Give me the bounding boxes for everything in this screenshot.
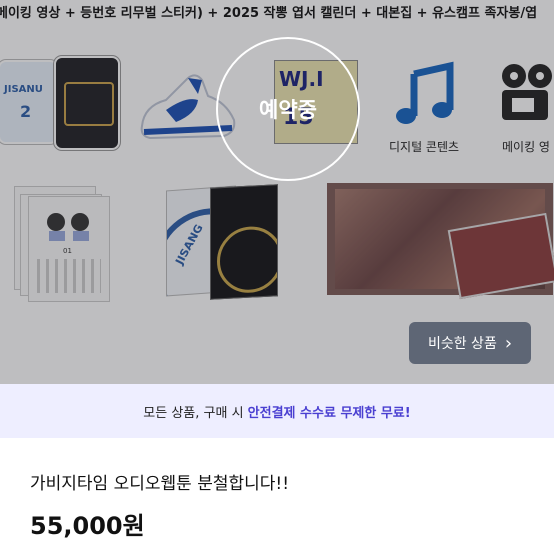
- product-image-carousel[interactable]: 메이킹 영상 + 등번호 리무벌 스티커) + 2025 작뽕 엽서 캘린더 +…: [0, 0, 554, 384]
- similar-products-label: 비슷한 상품: [427, 336, 497, 352]
- product-image: 메이킹 영상 + 등번호 리무벌 스티커) + 2025 작뽕 엽서 캘린더 +…: [0, 0, 554, 384]
- digital-content-label: 디지털 콘텐츠: [389, 140, 460, 154]
- banner-highlight: 안전결제 수수료 무제한 무료!: [247, 405, 411, 421]
- book-gold-ball: [217, 224, 278, 295]
- product-price: 55,000원: [30, 512, 145, 540]
- calendar-card-front: 01: [28, 196, 110, 302]
- tapestry-poster-image: [327, 183, 554, 300]
- calendar-chibi-drawing: [45, 209, 93, 243]
- jersey-number: 2: [20, 102, 32, 121]
- reserved-stamp: 예약중: [216, 37, 360, 181]
- similar-products-button[interactable]: 비슷한 상품 ›: [409, 322, 531, 364]
- calendar-grid: [37, 259, 101, 293]
- banner-prefix: 모든 상품, 구매 시: [143, 405, 248, 421]
- music-note-icon: [396, 61, 454, 124]
- chevron-right-icon: ›: [504, 332, 513, 354]
- jersey-black-image: [54, 56, 120, 150]
- calendar-month: 01: [63, 247, 72, 255]
- jersey-gold-trim: [64, 82, 114, 126]
- image-top-caption: 메이킹 영상 + 등번호 리무벌 스티커) + 2025 작뽕 엽서 캘린더 +…: [0, 6, 538, 21]
- script-book-dark-image: [210, 184, 278, 300]
- safe-payment-banner[interactable]: 모든 상품, 구매 시 안전결제 수수료 무제한 무료!: [0, 384, 554, 438]
- making-video-label: 메이킹 영: [502, 140, 550, 154]
- product-title: 가비지타임 오디오웹툰 분철합니다!!: [30, 474, 290, 494]
- jersey-white-image: JISANU 2: [0, 60, 58, 144]
- film-camera-icon: [502, 64, 552, 120]
- jersey-front-text: JISANU: [4, 84, 43, 95]
